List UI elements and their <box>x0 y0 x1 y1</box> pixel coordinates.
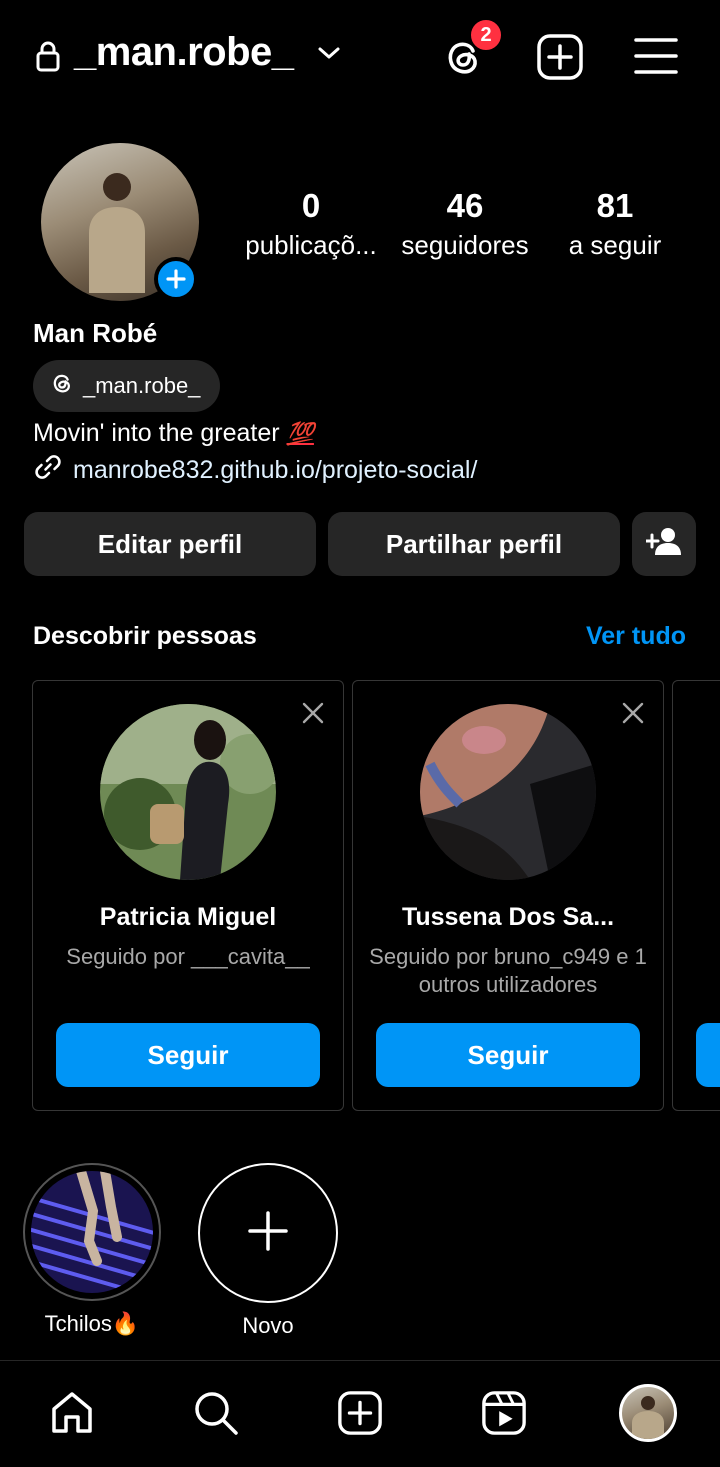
highlight-item[interactable]: Tchilos🔥 <box>22 1163 162 1337</box>
stat-followers-value: 46 <box>446 187 484 224</box>
profile-full-name: Man Robé <box>33 318 158 348</box>
threads-profile-chip[interactable]: _man.robe_ <box>33 360 221 412</box>
profile-link[interactable]: manrobe832.github.io/projeto-social/ <box>33 452 477 489</box>
suggestion-card[interactable]: Tussena Dos Sa... Seguido por bruno_c949… <box>352 680 664 1111</box>
hamburger-menu-icon[interactable] <box>634 36 678 81</box>
add-person-icon <box>644 527 682 562</box>
new-highlight-item[interactable]: Novo <box>198 1163 338 1339</box>
stat-posts-label: publicaçõ... <box>245 230 377 260</box>
profile-tab-avatar <box>619 1384 677 1442</box>
bio-text: Movin' into the greater <box>33 419 287 447</box>
follow-button[interactable]: Seguir <box>376 1023 640 1087</box>
highlight-ring <box>23 1163 161 1301</box>
stat-followers-label: seguidores <box>401 230 529 260</box>
reels-icon[interactable] <box>474 1383 534 1443</box>
new-highlight-ring[interactable] <box>198 1163 338 1303</box>
edit-profile-button[interactable]: Editar perfil <box>24 512 316 576</box>
profile-bio: Movin' into the greater 💯 <box>33 416 314 451</box>
stat-followers[interactable]: 46 seguidores <box>396 186 534 262</box>
chevron-down-icon[interactable] <box>316 44 342 67</box>
suggestion-subtitle: Seguido por bruno_c949 e 1 outros utiliz… <box>369 944 647 997</box>
account-username[interactable]: _man.robe_ <box>74 30 294 75</box>
suggestion-name[interactable]: Tussena Dos Sa... <box>353 903 663 932</box>
link-icon <box>33 452 63 489</box>
plus-square-icon[interactable] <box>536 33 584 86</box>
stat-posts[interactable]: 0 publicaçõ... <box>241 186 381 262</box>
close-icon[interactable] <box>301 701 325 730</box>
profile-tab[interactable] <box>618 1383 678 1443</box>
discover-people-button[interactable] <box>632 512 696 576</box>
hundred-emoji: 💯 <box>286 421 314 446</box>
threads-icon <box>49 370 75 402</box>
see-all-link[interactable]: Ver tudo <box>586 622 686 651</box>
suggestion-card[interactable]: Patricia Miguel Seguido por ___cavita__ … <box>32 680 344 1111</box>
threads-handle: _man.robe_ <box>83 373 201 398</box>
lock-icon <box>36 40 60 77</box>
stat-posts-value: 0 <box>301 187 321 224</box>
close-icon[interactable] <box>621 701 645 730</box>
notification-badge: 2 <box>469 18 503 52</box>
discover-people-title: Descobrir pessoas <box>33 622 257 650</box>
highlight-cover <box>31 1171 153 1293</box>
stat-following-label: a seguir <box>568 230 662 260</box>
plus-icon <box>248 1210 288 1256</box>
stat-following-value: 81 <box>596 187 634 224</box>
share-profile-button[interactable]: Partilhar perfil <box>328 512 620 576</box>
suggestion-avatar[interactable] <box>100 704 276 880</box>
suggestion-subtitle: Seguido por ___cavita__ <box>66 944 310 969</box>
highlight-label: Tchilos🔥 <box>44 1311 140 1336</box>
search-icon[interactable] <box>186 1383 246 1443</box>
link-text: manrobe832.github.io/projeto-social/ <box>73 456 478 484</box>
home-icon[interactable] <box>42 1383 102 1443</box>
follow-button-partial[interactable] <box>696 1023 720 1087</box>
suggestion-avatar[interactable] <box>420 704 596 880</box>
top-bar: _man.robe_ 2 <box>0 0 720 115</box>
suggestion-name[interactable]: Patricia Miguel <box>33 903 343 932</box>
suggestion-card-partial[interactable] <box>672 680 720 1111</box>
add-story-plus-icon[interactable] <box>154 257 198 301</box>
follow-button[interactable]: Seguir <box>56 1023 320 1087</box>
new-highlight-label: Novo <box>242 1313 294 1338</box>
bottom-navigation <box>0 1360 720 1467</box>
plus-square-icon[interactable] <box>330 1383 390 1443</box>
stat-following[interactable]: 81 a seguir <box>558 186 672 262</box>
